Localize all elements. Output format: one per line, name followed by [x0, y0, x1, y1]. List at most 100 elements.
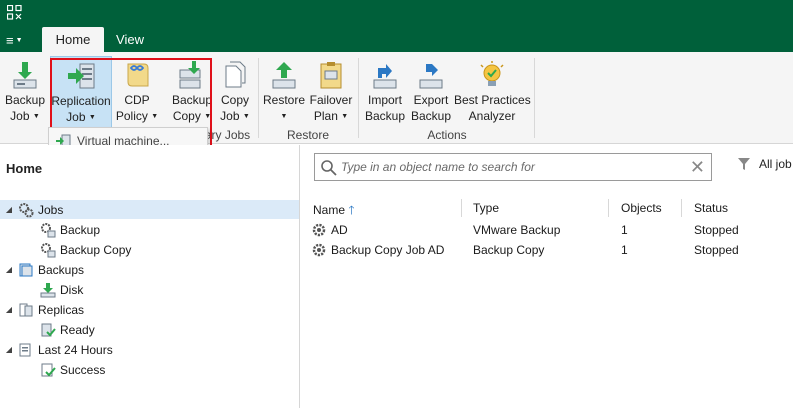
sort-ascending-icon: 🡑 [348, 203, 355, 217]
import-backup-label-1: Import [367, 93, 402, 107]
export-backup-label-1: Export [413, 93, 449, 107]
failover-plan-button[interactable]: Failover Plan ▼ [308, 56, 354, 128]
copy-job-button[interactable]: Copy Job ▼ [215, 56, 255, 128]
expanded-triangle-icon: ◢ [5, 205, 13, 214]
export-backup-label-2: Backup [410, 109, 452, 123]
tree-item-label: Disk [60, 282, 84, 297]
ready-icon [41, 323, 56, 336]
row-type: Backup Copy [473, 243, 545, 257]
app-logo-icon [7, 5, 22, 20]
backup-job-label-1: Backup [4, 93, 46, 107]
column-divider[interactable] [461, 199, 462, 217]
title-bar [0, 0, 793, 27]
column-header-type[interactable]: Type [473, 201, 499, 219]
tree-item-label: Replicas [38, 302, 85, 317]
tree-item-label: Jobs [38, 202, 64, 217]
navigation-pane: Home ◢ Jobs Backup Backup Copy ◢ Backups [0, 145, 300, 408]
tree-item-disk[interactable]: Disk [40, 280, 83, 299]
tree-item-label: Backup Copy [60, 242, 132, 257]
ribbon-divider [534, 58, 535, 138]
backup-job-label-2: Job [10, 109, 30, 123]
restore-label-1: Restore [262, 93, 306, 107]
tree-item-label: Ready [60, 322, 95, 337]
backups-icon [19, 263, 33, 276]
failover-plan-label-1: Failover [309, 93, 353, 107]
column-divider[interactable] [681, 199, 682, 217]
lightbulb-icon [480, 61, 504, 86]
search-box[interactable]: ✕ [314, 153, 712, 181]
restore-icon [272, 62, 296, 89]
row-name: Backup Copy Job AD [331, 243, 445, 257]
row-objects: 1 [621, 223, 628, 237]
table-row-name[interactable]: AD [311, 221, 348, 239]
job-gear-icon [312, 223, 326, 237]
success-icon [41, 363, 56, 376]
expanded-triangle-icon: ◢ [5, 305, 13, 314]
main-menu-button[interactable]: ≡ ▼ [6, 30, 34, 50]
filter-icon [738, 158, 750, 170]
chevron-down-icon: ▼ [15, 36, 23, 44]
chevron-down-icon: ▼ [280, 112, 288, 120]
failover-plan-icon [320, 62, 342, 89]
close-icon[interactable]: ✕ [690, 157, 705, 177]
column-header-status[interactable]: Status [694, 201, 728, 219]
tree-item-label: Backup [60, 222, 101, 237]
group-label-actions: Actions [427, 128, 467, 142]
job-filter[interactable]: All job [737, 157, 792, 171]
tree-item-backup[interactable]: Backup [40, 220, 100, 239]
tree-item-backups[interactable]: ◢ Backups [4, 260, 84, 279]
history-icon [19, 343, 31, 356]
row-objects: 1 [621, 243, 628, 257]
tree-item-replicas[interactable]: ◢ Replicas [4, 300, 84, 319]
tree-item-label: Last 24 Hours [38, 342, 113, 357]
row-name: AD [331, 223, 348, 237]
column-header-objects[interactable]: Objects [621, 201, 662, 219]
table-row-name[interactable]: Backup Copy Job AD [311, 241, 444, 259]
replicas-icon [19, 303, 33, 316]
column-header-label: Name [313, 203, 346, 217]
job-gear-icon [312, 243, 326, 257]
import-backup-button[interactable]: Import Backup [362, 56, 408, 128]
column-header-name[interactable]: Name 🡑 [313, 201, 355, 219]
tree-item-ready[interactable]: Ready [40, 320, 95, 339]
chevron-down-icon: ▼ [32, 112, 40, 120]
import-backup-label-2: Backup [364, 109, 406, 123]
backup-copy-jobs-icon [41, 242, 56, 257]
best-practices-label-1: Best Practices [454, 93, 531, 107]
export-backup-icon [419, 64, 443, 89]
search-input[interactable] [341, 158, 681, 176]
ribbon-divider [258, 58, 259, 138]
expanded-triangle-icon: ◢ [5, 265, 13, 274]
tree-item-label: Backups [38, 262, 85, 277]
best-practices-analyzer-button[interactable]: Best Practices Analyzer [454, 56, 531, 128]
tree-item-backup-copy[interactable]: Backup Copy [40, 240, 131, 259]
copy-job-icon [225, 61, 246, 88]
gears-icon [19, 202, 34, 217]
tree-item-last-24-hours[interactable]: ◢ Last 24 Hours [4, 340, 113, 359]
backup-jobs-icon [41, 222, 56, 237]
filter-label: All job [759, 157, 792, 171]
pane-title: Home [6, 161, 43, 176]
row-status: Stopped [694, 223, 739, 237]
chevron-down-icon: ▼ [341, 112, 349, 120]
tree-item-success[interactable]: Success [40, 360, 105, 379]
export-backup-button[interactable]: Export Backup [408, 56, 454, 128]
row-type: VMware Backup [473, 223, 561, 237]
tab-view[interactable]: View [104, 27, 156, 52]
group-label-restore: Restore [286, 128, 330, 142]
row-status: Stopped [694, 243, 739, 257]
backup-job-button[interactable]: Backup Job ▼ [2, 56, 48, 128]
backup-job-icon [13, 62, 37, 89]
failover-plan-label-2: Plan [313, 109, 338, 123]
copy-job-label-2: Job [220, 109, 240, 123]
ribbon-tab-row: ≡ ▼ Home View [0, 27, 793, 52]
ribbon-divider [358, 58, 359, 138]
search-icon [321, 160, 337, 176]
tab-home[interactable]: Home [42, 27, 104, 52]
expanded-triangle-icon: ◢ [5, 345, 13, 354]
jobs-list-pane: ✕ All job Name 🡑 Type Objects Status AD … [301, 145, 793, 408]
tree-item-jobs[interactable]: ◢ Jobs [0, 200, 299, 219]
restore-button[interactable]: Restore ▼ [262, 56, 306, 128]
column-divider[interactable] [608, 199, 609, 217]
chevron-down-icon: ▼ [242, 112, 250, 120]
